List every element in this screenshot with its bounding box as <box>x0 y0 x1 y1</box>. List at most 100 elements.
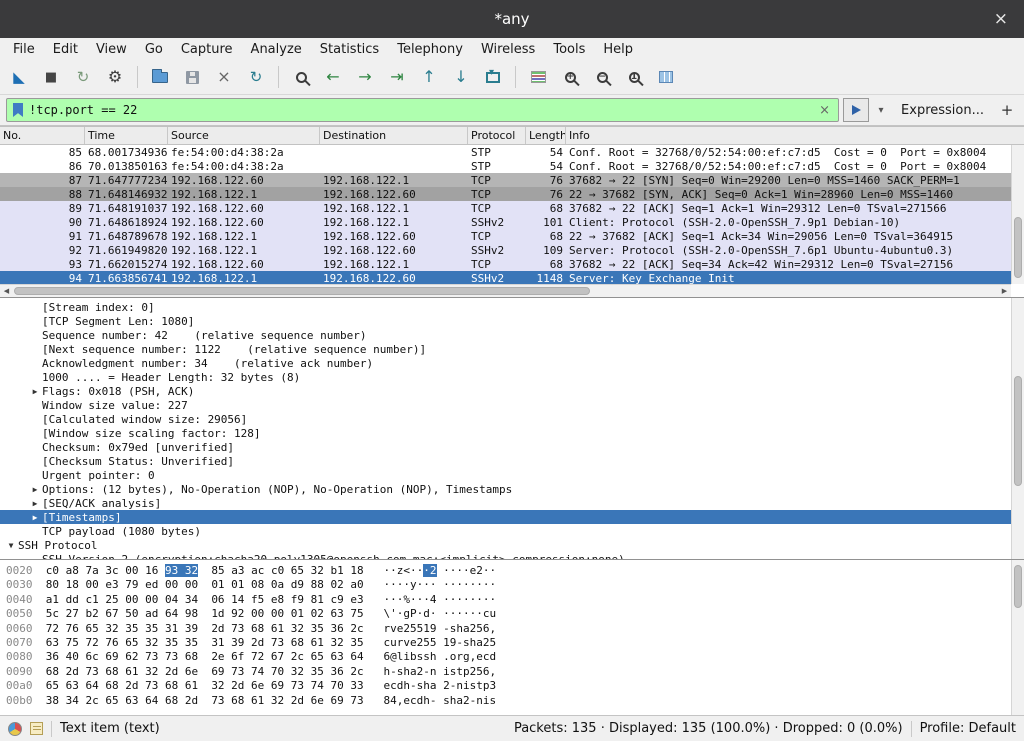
expert-info-icon[interactable] <box>8 722 22 736</box>
detail-line[interactable]: 1000 .... = Header Length: 32 bytes (8) <box>0 370 1011 384</box>
hex-row[interactable]: 0030 80 18 00 e3 79 ed 00 00 01 01 08 0a… <box>6 578 1011 592</box>
statusbar-profile[interactable]: Profile: Default <box>920 721 1016 736</box>
column-header-source[interactable]: Source <box>168 127 320 144</box>
detail-line[interactable]: Window size value: 227 <box>0 398 1011 412</box>
packet-row[interactable]: 8971.648191037192.168.122.60192.168.122.… <box>0 201 1011 215</box>
autoscroll-button[interactable] <box>478 63 508 91</box>
hex-row[interactable]: 00b0 38 34 2c 65 63 64 68 2d 73 68 61 32… <box>6 694 1011 708</box>
detail-line[interactable]: [Next sequence number: 1122 (relative se… <box>0 342 1011 356</box>
hex-row[interactable]: 0020 c0 a8 7a 3c 00 16 93 32 85 a3 ac c0… <box>6 564 1011 578</box>
detail-line[interactable]: ▶Flags: 0x018 (PSH, ACK) <box>0 384 1011 398</box>
detail-line[interactable]: [Window size scaling factor: 128] <box>0 426 1011 440</box>
packet-list-vscrollbar[interactable] <box>1011 145 1024 284</box>
expander-collapsed-icon[interactable]: ▶ <box>28 387 42 396</box>
menu-view[interactable]: View <box>87 40 136 59</box>
display-filter-input[interactable]: !tcp.port == 22 × <box>6 98 839 122</box>
menu-file[interactable]: File <box>4 40 44 59</box>
menu-tools[interactable]: Tools <box>544 40 594 59</box>
close-file-button[interactable]: × <box>209 63 239 91</box>
hex-row[interactable]: 0090 68 2d 73 68 61 32 2d 6e 69 73 74 70… <box>6 665 1011 679</box>
column-header-protocol[interactable]: Protocol <box>468 127 526 144</box>
hex-row[interactable]: 0040 a1 dd c1 25 00 00 04 34 06 14 f5 e8… <box>6 593 1011 607</box>
go-back-button[interactable]: ← <box>318 63 348 91</box>
packet-row[interactable]: 9071.648618924192.168.122.60192.168.122.… <box>0 215 1011 229</box>
detail-line[interactable]: [Checksum Status: Unverified] <box>0 454 1011 468</box>
hex-vscrollbar[interactable] <box>1011 560 1024 715</box>
menu-telephony[interactable]: Telephony <box>388 40 472 59</box>
start-capture-button[interactable]: ◣ <box>4 63 34 91</box>
titlebar[interactable]: *any × <box>0 0 1024 38</box>
go-forward-button[interactable]: → <box>350 63 380 91</box>
menu-help[interactable]: Help <box>594 40 642 59</box>
capture-comment-icon[interactable] <box>30 722 43 735</box>
detail-line[interactable]: [Calculated window size: 29056] <box>0 412 1011 426</box>
column-header-length[interactable]: Length <box>526 127 566 144</box>
detail-line[interactable]: ▶Options: (12 bytes), No-Operation (NOP)… <box>0 482 1011 496</box>
packet-row[interactable]: 8771.647777234192.168.122.60192.168.122.… <box>0 173 1011 187</box>
column-header-time[interactable]: Time <box>85 127 168 144</box>
packet-row[interactable]: 8670.013850163fe:54:00:d4:38:2aSTP54Conf… <box>0 159 1011 173</box>
go-to-packet-button[interactable]: ⇥ <box>382 63 412 91</box>
filter-apply-button[interactable] <box>843 98 869 122</box>
detail-line[interactable]: [Stream index: 0] <box>0 300 1011 314</box>
zoom-100-button[interactable]: 1 <box>619 63 649 91</box>
menu-edit[interactable]: Edit <box>44 40 87 59</box>
column-header-destination[interactable]: Destination <box>320 127 468 144</box>
menu-capture[interactable]: Capture <box>172 40 242 59</box>
hex-row[interactable]: 00a0 65 63 64 68 2d 73 68 61 32 2d 6e 69… <box>6 679 1011 693</box>
packet-row[interactable]: 9271.661949820192.168.122.1192.168.122.6… <box>0 243 1011 257</box>
packet-row[interactable]: 8568.001734936fe:54:00:d4:38:2aSTP54Conf… <box>0 145 1011 159</box>
stop-capture-button[interactable]: ■ <box>36 63 66 91</box>
expander-collapsed-icon[interactable]: ▶ <box>28 499 42 508</box>
hex-row[interactable]: 0050 5c 27 b2 67 50 ad 64 98 1d 92 00 00… <box>6 607 1011 621</box>
go-last-button[interactable]: ↓ <box>446 63 476 91</box>
scroll-left-icon[interactable]: ◀ <box>0 287 13 295</box>
scrollbar-thumb[interactable] <box>1014 217 1022 278</box>
detail-line[interactable]: Acknowledgment number: 34 (relative ack … <box>0 356 1011 370</box>
open-file-button[interactable] <box>145 63 175 91</box>
capture-options-button[interactable]: ⚙ <box>100 63 130 91</box>
menu-go[interactable]: Go <box>136 40 172 59</box>
packet-row[interactable]: 9371.662015274192.168.122.60192.168.122.… <box>0 257 1011 271</box>
column-header-info[interactable]: Info <box>566 127 1024 144</box>
add-filter-button[interactable]: + <box>996 101 1018 119</box>
detail-line[interactable]: ▶[Timestamps] <box>0 510 1011 524</box>
find-packet-button[interactable] <box>286 63 316 91</box>
scrollbar-thumb[interactable] <box>1014 565 1022 608</box>
expander-expanded-icon[interactable]: ▼ <box>4 541 18 550</box>
detail-line[interactable]: Sequence number: 42 (relative sequence n… <box>0 328 1011 342</box>
hex-row[interactable]: 0070 63 75 72 76 65 32 35 35 31 39 2d 73… <box>6 636 1011 650</box>
menu-statistics[interactable]: Statistics <box>311 40 388 59</box>
detail-line[interactable]: ▼SSH Protocol <box>0 538 1011 552</box>
expression-button[interactable]: Expression... <box>893 103 992 118</box>
detail-line[interactable]: TCP payload (1080 bytes) <box>0 524 1011 538</box>
restart-capture-button[interactable]: ↻ <box>68 63 98 91</box>
packet-row[interactable]: 8871.648146932192.168.122.1192.168.122.6… <box>0 187 1011 201</box>
colorize-button[interactable] <box>523 63 553 91</box>
column-header-no[interactable]: No. <box>0 127 85 144</box>
reload-file-button[interactable]: ↻ <box>241 63 271 91</box>
hex-row[interactable]: 0080 36 40 6c 69 62 73 73 68 2e 6f 72 67… <box>6 650 1011 664</box>
expander-collapsed-icon[interactable]: ▶ <box>28 513 42 522</box>
detail-line[interactable]: Urgent pointer: 0 <box>0 468 1011 482</box>
hex-row[interactable]: 0060 72 76 65 32 35 35 31 39 2d 73 68 61… <box>6 622 1011 636</box>
packet-list-hscrollbar[interactable]: ◀ ▶ <box>0 284 1011 297</box>
resize-columns-button[interactable] <box>651 63 681 91</box>
menu-wireless[interactable]: Wireless <box>472 40 544 59</box>
detail-line[interactable]: [TCP Segment Len: 1080] <box>0 314 1011 328</box>
close-window-icon[interactable]: × <box>986 0 1016 38</box>
save-file-button[interactable] <box>177 63 207 91</box>
packet-row[interactable]: 9171.648789678192.168.122.1192.168.122.6… <box>0 229 1011 243</box>
details-vscrollbar[interactable] <box>1011 298 1024 559</box>
filter-bookmark-icon[interactable] <box>13 103 23 117</box>
filter-dropdown-button[interactable]: ▾ <box>873 98 889 122</box>
detail-line[interactable]: Checksum: 0x79ed [unverified] <box>0 440 1011 454</box>
zoom-out-button[interactable]: − <box>587 63 617 91</box>
detail-line[interactable]: ▶[SEQ/ACK analysis] <box>0 496 1011 510</box>
go-first-button[interactable]: ↑ <box>414 63 444 91</box>
filter-clear-icon[interactable]: × <box>817 103 832 118</box>
zoom-in-button[interactable]: + <box>555 63 585 91</box>
detail-line[interactable]: SSH Version 2 (encryption:chacha20-poly1… <box>0 552 1011 559</box>
scroll-right-icon[interactable]: ▶ <box>998 287 1011 295</box>
scrollbar-thumb[interactable] <box>1014 376 1022 486</box>
